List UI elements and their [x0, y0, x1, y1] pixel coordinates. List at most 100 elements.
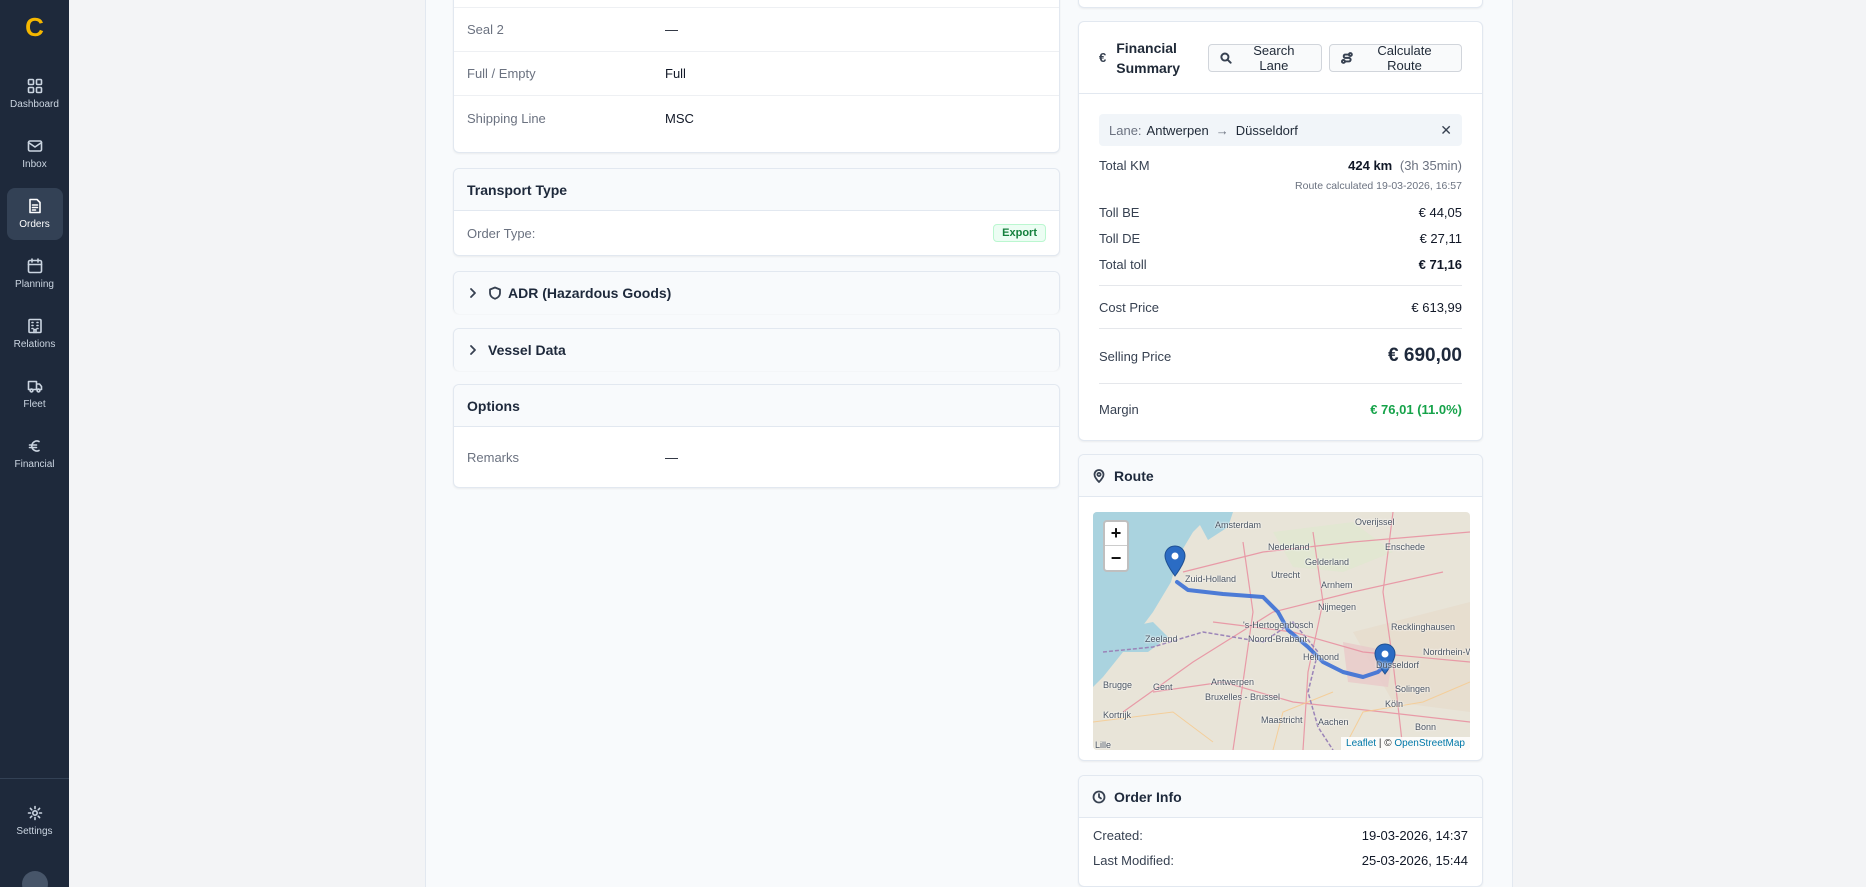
map-place-label: Kortrijk: [1103, 710, 1132, 720]
order-type-row: Order Type: Export: [454, 211, 1059, 255]
arrow-right-icon: →: [1215, 122, 1229, 138]
sidebar-item-settings[interactable]: Settings: [7, 795, 63, 847]
sidebar-item-label: Financial: [14, 459, 55, 470]
vessel-data-section[interactable]: Vessel Data: [453, 328, 1060, 371]
lane-selector: Lane: Antwerpen → Düsseldorf ✕: [1099, 114, 1462, 146]
total-toll-row: Total toll € 71,16: [1079, 251, 1482, 277]
zoom-in-button[interactable]: +: [1105, 522, 1127, 546]
map-place-label: Köln: [1385, 699, 1404, 709]
sidebar-item-label: Dashboard: [10, 99, 59, 110]
created-row: Created: 19-03-2026, 14:37: [1079, 818, 1482, 843]
sidebar-item-dashboard[interactable]: Dashboard: [7, 68, 63, 120]
zoom-out-button[interactable]: −: [1105, 546, 1127, 570]
route-map[interactable]: Amsterdam Nederland Utrecht Overijssel Gelde…: [1093, 512, 1470, 750]
lane-label: Lane:: [1109, 122, 1142, 138]
map-place-label: Overijssel: [1355, 517, 1395, 527]
map-place-label: Zeeland: [1145, 634, 1178, 644]
map-place-label: Antwerpen: [1211, 677, 1255, 687]
osm-link[interactable]: OpenStreetMap: [1394, 738, 1465, 749]
sidebar-item-label: Orders: [19, 219, 50, 230]
cost-price-value: € 613,99: [1411, 299, 1462, 315]
selling-price-row: Selling Price € 690,00: [1079, 329, 1482, 383]
financial-summary-title: € Financial Summary: [1099, 38, 1208, 78]
detail-row: Shipping Line MSC: [454, 96, 1059, 140]
map-place-label: Helmond: [1303, 652, 1340, 662]
selling-price-label: Selling Price: [1099, 348, 1172, 364]
toll-be-row: Toll BE € 44,05: [1079, 199, 1482, 225]
transport-type-title: Transport Type: [454, 169, 1059, 211]
avatar[interactable]: [22, 871, 48, 887]
created-label: Created:: [1093, 828, 1143, 843]
file-icon: [28, 198, 41, 214]
map-place-label: Recklinghausen: [1391, 622, 1456, 632]
map-place-label: Arnhem: [1321, 580, 1353, 590]
created-value: 19-03-2026, 14:37: [1361, 828, 1468, 843]
clear-lane-icon[interactable]: ✕: [1440, 122, 1452, 139]
financial-summary-card: € Financial Summary Search Lane Calculat…: [1078, 21, 1483, 441]
search-lane-button[interactable]: Search Lane: [1207, 42, 1323, 73]
transport-type-card: Transport Type Order Type: Export: [453, 168, 1060, 256]
sidebar: C Dashboard Inbox Orders Planning Relati…: [0, 0, 69, 887]
sidebar-item-label: Planning: [15, 279, 54, 290]
last-modified-value: 25-03-2026, 15:44: [1361, 853, 1468, 868]
financial-actions: Search Lane Calculate Route: [1207, 42, 1462, 73]
route-calculated-row: Route calculated 19-03-2026, 16:57: [1079, 175, 1482, 197]
map-place-label: 's-Hertogenbosch: [1243, 620, 1314, 630]
sidebar-item-orders[interactable]: Orders: [6, 188, 63, 240]
map-place-label: Noord-Brabant: [1248, 634, 1308, 644]
map-place-label: Zuid-Holland: [1185, 574, 1237, 584]
sidebar-item-relations[interactable]: Relations: [7, 308, 63, 360]
app-logo[interactable]: C: [15, 12, 55, 42]
sidebar-item-label: Relations: [13, 339, 56, 350]
shipping-line-value: MSC: [665, 110, 694, 126]
lane-from: Antwerpen: [1146, 122, 1209, 138]
grid-icon: [27, 78, 42, 94]
margin-value: € 76,01 (11.0%): [1370, 401, 1462, 417]
selling-price-value: € 690,00: [1388, 345, 1462, 366]
adr-section[interactable]: ADR (Hazardous Goods): [453, 271, 1060, 314]
adr-header[interactable]: ADR (Hazardous Goods): [454, 272, 1059, 314]
map-place-label: Amsterdam: [1215, 520, 1262, 530]
previous-card: [1078, 0, 1483, 8]
vessel-data-header[interactable]: Vessel Data: [454, 329, 1059, 371]
remarks-label: Remarks: [467, 449, 520, 465]
route-title: Route: [1114, 467, 1154, 484]
map-place-label: Enschede: [1385, 542, 1426, 552]
margin-label: Margin: [1099, 401, 1139, 417]
clock-icon: [1092, 790, 1106, 804]
seal2-value: —: [665, 22, 678, 37]
cost-price-row: Cost Price € 613,99: [1079, 286, 1482, 328]
euro-icon: €: [1099, 49, 1107, 65]
detail-row: Full / Empty Full: [454, 52, 1059, 96]
map-place-label: Solingen: [1395, 684, 1431, 694]
route-card: Route Amsterdam Nederland Utrecht Overij…: [1078, 454, 1483, 761]
sidebar-item-inbox[interactable]: Inbox: [7, 128, 63, 180]
route-header: Route: [1079, 455, 1482, 497]
cost-price-label: Cost Price: [1099, 299, 1159, 315]
route-calculated-text: Route calculated 19-03-2026, 16:57: [1295, 180, 1462, 192]
options-title: Options: [454, 385, 1059, 427]
chevron-right-icon: [466, 286, 480, 300]
map-place-label: Brugge: [1103, 680, 1133, 690]
building-icon: [27, 318, 42, 334]
margin-row: Margin € 76,01 (11.0%): [1079, 384, 1482, 434]
map-place-label: Bonn: [1415, 722, 1437, 732]
sidebar-item-fleet[interactable]: Fleet: [7, 368, 63, 420]
euro-icon: [28, 440, 40, 452]
calculate-route-button[interactable]: Calculate Route: [1329, 42, 1462, 73]
search-lane-label: Search Lane: [1253, 42, 1295, 73]
last-modified-label: Last Modified:: [1093, 853, 1174, 868]
attribution-separator: | ©: [1378, 738, 1392, 749]
sidebar-item-financial[interactable]: Financial: [7, 428, 63, 480]
sidebar-item-planning[interactable]: Planning: [7, 248, 63, 300]
sidebar-nav: Dashboard Inbox Orders Planning Relation…: [6, 62, 63, 480]
search-icon: [1220, 51, 1232, 64]
map-place-label: Maastricht: [1261, 715, 1303, 725]
leaflet-link[interactable]: Leaflet: [1346, 738, 1376, 749]
full-empty-value: Full: [665, 66, 686, 81]
total-toll-label: Total toll: [1099, 256, 1147, 272]
gear-icon: [27, 805, 42, 821]
calculate-route-label: Calculate Route: [1377, 42, 1432, 73]
calendar-icon: [27, 258, 42, 274]
full-empty-label: Full / Empty: [467, 66, 536, 81]
